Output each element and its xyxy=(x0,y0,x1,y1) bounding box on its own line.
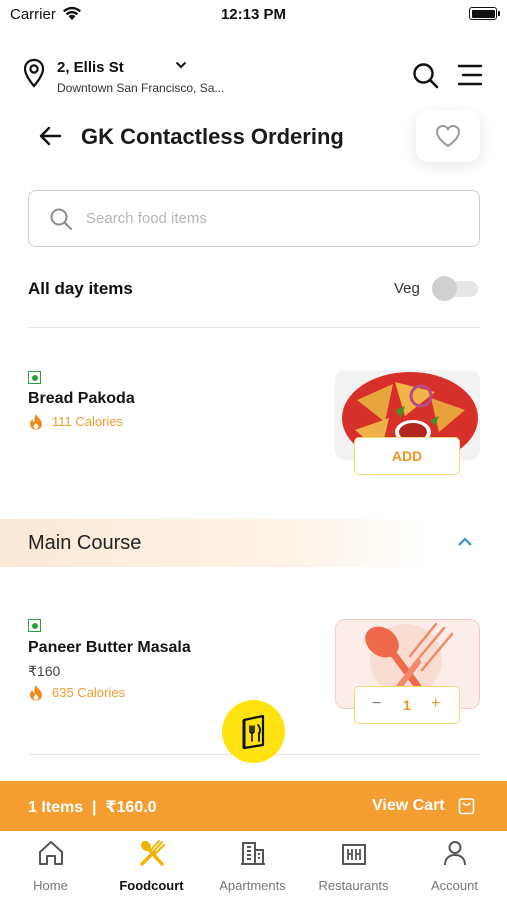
restaurant-menu-icon xyxy=(242,714,264,749)
decrement-button[interactable]: − xyxy=(372,695,381,713)
search-placeholder: Search food items xyxy=(86,210,207,227)
heart-icon xyxy=(435,124,461,148)
search-icon[interactable] xyxy=(412,62,439,89)
location-selector[interactable]: 2, Ellis St Downtown San Francisco, Sa..… xyxy=(22,58,352,98)
menu-fab-button[interactable] xyxy=(222,700,285,763)
search-icon xyxy=(50,208,73,231)
veg-filter-label: Veg xyxy=(394,280,420,297)
restaurant-icon xyxy=(342,844,366,865)
chevron-up-icon xyxy=(458,537,472,546)
page-title: GK Contactless Ordering xyxy=(81,124,344,149)
battery-icon xyxy=(469,7,500,20)
building-icon xyxy=(241,842,265,865)
cart-summary: 1 Items | ₹160.0 xyxy=(28,799,157,816)
item-price: ₹160 xyxy=(28,663,61,679)
tab-restaurants[interactable]: Restaurants xyxy=(303,831,404,900)
tab-account[interactable]: Account xyxy=(404,831,505,900)
location-subtitle: Downtown San Francisco, Sa... xyxy=(57,81,225,95)
menu-icon[interactable] xyxy=(457,64,483,86)
add-button[interactable]: ADD xyxy=(354,437,460,475)
location-pin-icon xyxy=(23,58,45,88)
category-header-main-course[interactable]: Main Course xyxy=(0,519,507,567)
home-icon xyxy=(39,841,63,865)
search-input[interactable]: Search food items xyxy=(28,190,480,247)
quantity-stepper[interactable]: − 1 + xyxy=(354,686,460,724)
clock: 12:13 PM xyxy=(220,6,287,23)
flame-icon xyxy=(30,685,42,701)
veg-indicator-icon xyxy=(28,371,41,384)
veg-indicator-icon xyxy=(28,619,41,632)
cart-bar[interactable]: 1 Items | ₹160.0 View Cart xyxy=(0,781,507,831)
tab-home[interactable]: Home xyxy=(0,831,101,900)
location-title: 2, Ellis St xyxy=(57,59,124,76)
person-icon xyxy=(444,841,466,866)
view-cart-button[interactable]: View Cart xyxy=(372,797,445,815)
veg-toggle[interactable] xyxy=(432,276,478,301)
quantity-value: 1 xyxy=(403,697,411,713)
flame-icon xyxy=(30,414,42,430)
divider xyxy=(28,327,480,328)
bottom-tab-bar: Home Foodcourt Apartments Restaurants Ac… xyxy=(0,831,507,900)
item-name: Paneer Butter Masala xyxy=(28,639,191,656)
section-label-all-day: All day items xyxy=(28,279,133,298)
spoon-fork-icon xyxy=(140,840,165,866)
item-name: Bread Pakoda xyxy=(28,390,135,407)
tab-apartments[interactable]: Apartments xyxy=(202,831,303,900)
favorite-button[interactable] xyxy=(416,110,480,162)
bag-icon xyxy=(458,798,475,815)
back-arrow-icon[interactable] xyxy=(38,125,62,147)
increment-button[interactable]: + xyxy=(431,695,440,713)
chevron-down-icon xyxy=(175,61,187,69)
tab-foodcourt[interactable]: Foodcourt xyxy=(101,831,202,900)
status-bar: Carrier 12:13 PM xyxy=(0,0,507,30)
category-title: Main Course xyxy=(28,532,142,554)
